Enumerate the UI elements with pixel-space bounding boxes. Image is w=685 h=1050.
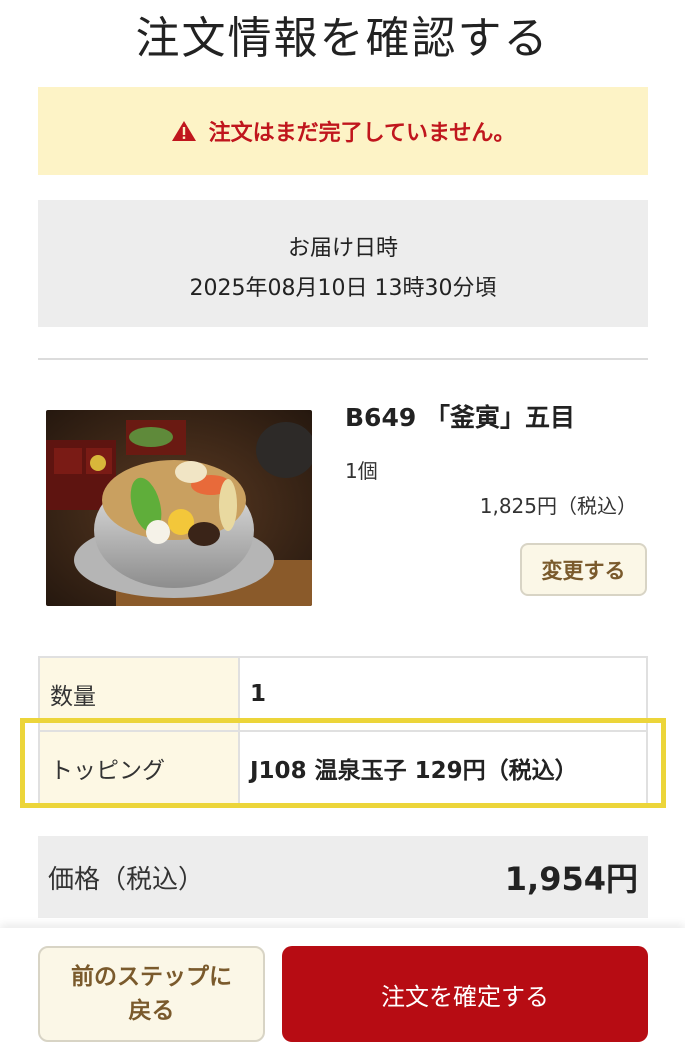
warning-text: 注文はまだ完了していません。 xyxy=(208,121,516,146)
topping-label: トッピング xyxy=(40,732,240,804)
change-button[interactable]: 変更する xyxy=(520,543,647,596)
product-image xyxy=(46,410,312,606)
back-button[interactable]: 前のステップに戻る xyxy=(38,946,265,1042)
total-price-label: 価格（税込） xyxy=(48,864,205,895)
product-price: 1,825円（税込） xyxy=(479,494,637,518)
total-price-box: 価格（税込） 1,954円 xyxy=(38,836,648,918)
kamameshi-photo-icon xyxy=(46,410,312,606)
quantity-label: 数量 xyxy=(40,658,240,730)
warning-icon xyxy=(171,121,196,141)
topping-value: J108 温泉玉子 129円（税込） xyxy=(250,758,578,784)
page-title: 注文情報を確認する xyxy=(135,13,550,64)
delivery-datetime-box: お届け日時 2025年08月10日 13時30分頃 xyxy=(38,200,648,327)
total-price-value: 1,954円 xyxy=(504,860,638,898)
confirm-order-button[interactable]: 注文を確定する xyxy=(282,946,648,1042)
back-button-label: 前のステップに戻る xyxy=(71,964,232,1024)
divider xyxy=(38,358,648,360)
delivery-label: お届け日時 xyxy=(287,236,398,261)
product-name: B649 「釜寅」五目 xyxy=(345,403,575,432)
table-row: 数量 1 xyxy=(40,658,646,730)
table-row: トッピング J108 温泉玉子 129円（税込） xyxy=(40,730,646,804)
quantity-value: 1 xyxy=(250,681,267,707)
order-details-table: 数量 1 トッピング J108 温泉玉子 129円（税込） xyxy=(38,656,648,806)
product-quantity: 1個 xyxy=(345,459,378,483)
warning-banner: 注文はまだ完了していません。 xyxy=(38,87,648,175)
delivery-value: 2025年08月10日 13時30分頃 xyxy=(189,276,497,301)
